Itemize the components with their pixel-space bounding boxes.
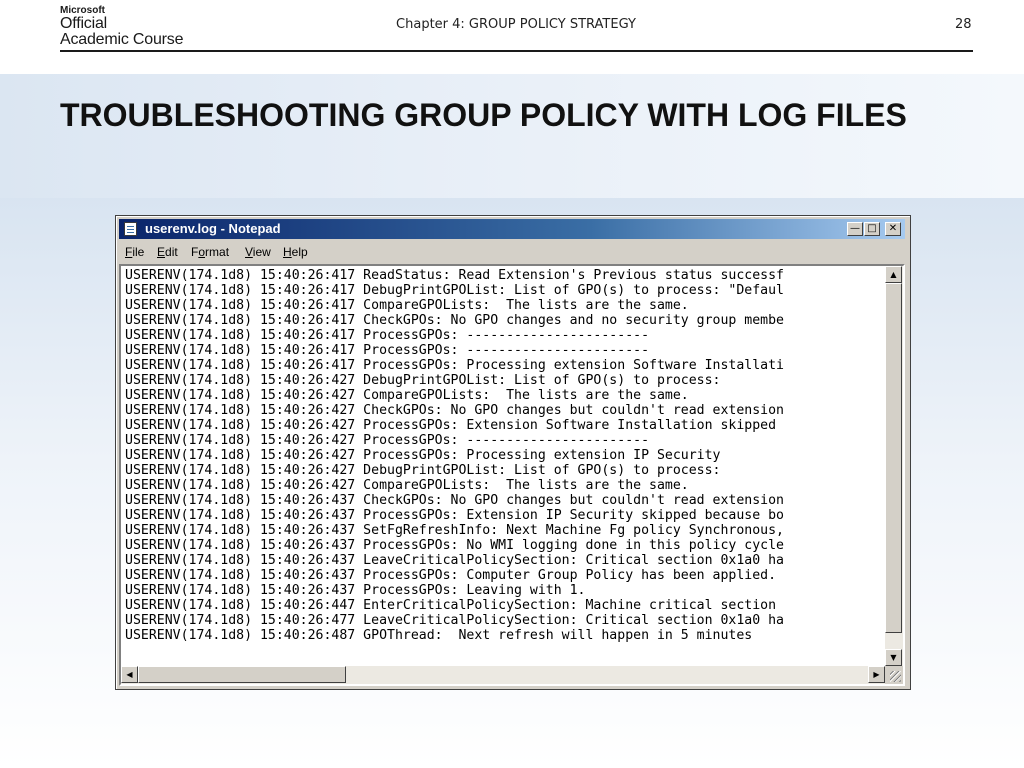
- close-button[interactable]: ✕: [885, 222, 901, 236]
- chapter-heading: Chapter 4: GROUP POLICY STRATEGY: [396, 17, 636, 32]
- menu-file-label: ile: [132, 245, 145, 259]
- vertical-scroll-thumb[interactable]: [885, 283, 902, 633]
- maximize-button[interactable]: □: [864, 222, 880, 236]
- menu-edit-label: dit: [165, 245, 178, 259]
- text-editor[interactable]: USERENV(174.1d8) 15:40:26:417 ReadStatus…: [119, 264, 905, 686]
- page-number: 28: [955, 17, 972, 32]
- notepad-icon[interactable]: [124, 222, 137, 236]
- slide-header: Microsoft Official Academic Course Chapt…: [0, 0, 1024, 74]
- minimize-icon: —: [850, 223, 860, 234]
- menu-view-accel: V: [245, 245, 253, 259]
- scroll-right-button[interactable]: ▶: [868, 666, 885, 683]
- menu-view-label: iew: [252, 245, 271, 259]
- slide-title: TROUBLESHOOTING GROUP POLICY WITH LOG FI…: [60, 97, 907, 133]
- up-arrow-icon: ▲: [890, 270, 897, 279]
- log-content[interactable]: USERENV(174.1d8) 15:40:26:417 ReadStatus…: [123, 268, 885, 643]
- vertical-scrollbar[interactable]: ▲ ▼: [885, 266, 903, 666]
- scroll-down-button[interactable]: ▼: [885, 649, 902, 666]
- scroll-left-button[interactable]: ◀: [121, 666, 138, 683]
- down-arrow-icon: ▼: [890, 653, 897, 662]
- close-icon: ✕: [888, 223, 898, 234]
- horizontal-scroll-thumb[interactable]: [138, 666, 346, 683]
- menu-file[interactable]: File: [125, 245, 144, 259]
- menu-bar: File Edit Format View Help: [119, 242, 905, 262]
- menu-help-accel: H: [283, 245, 292, 259]
- title-band: [0, 74, 1024, 198]
- minimize-button[interactable]: —: [847, 222, 863, 236]
- text-area[interactable]: USERENV(174.1d8) 15:40:26:417 ReadStatus…: [123, 268, 885, 663]
- logo-line-2: Academic Course: [60, 31, 184, 48]
- window-titlebar[interactable]: userenv.log - Notepad — □ ✕: [119, 219, 905, 239]
- left-arrow-icon: ◀: [126, 670, 133, 679]
- menu-help[interactable]: Help: [283, 245, 308, 259]
- menu-format-label: rmat: [205, 245, 230, 259]
- menu-edit-accel: E: [157, 245, 166, 259]
- horizontal-scrollbar[interactable]: ◀ ▶: [121, 666, 885, 684]
- menu-help-label: elp: [291, 245, 308, 259]
- menu-edit[interactable]: Edit: [157, 245, 178, 259]
- notepad-window[interactable]: userenv.log - Notepad — □ ✕ File Edit Fo…: [115, 215, 911, 690]
- right-arrow-icon: ▶: [873, 670, 880, 679]
- window-title: userenv.log - Notepad: [145, 221, 281, 236]
- resize-grip-icon[interactable]: [885, 666, 903, 684]
- maximize-icon: □: [867, 223, 877, 234]
- header-divider: [60, 50, 973, 52]
- scroll-up-button[interactable]: ▲: [885, 266, 902, 283]
- menu-view[interactable]: View: [245, 245, 271, 259]
- menu-format[interactable]: Format: [191, 245, 229, 259]
